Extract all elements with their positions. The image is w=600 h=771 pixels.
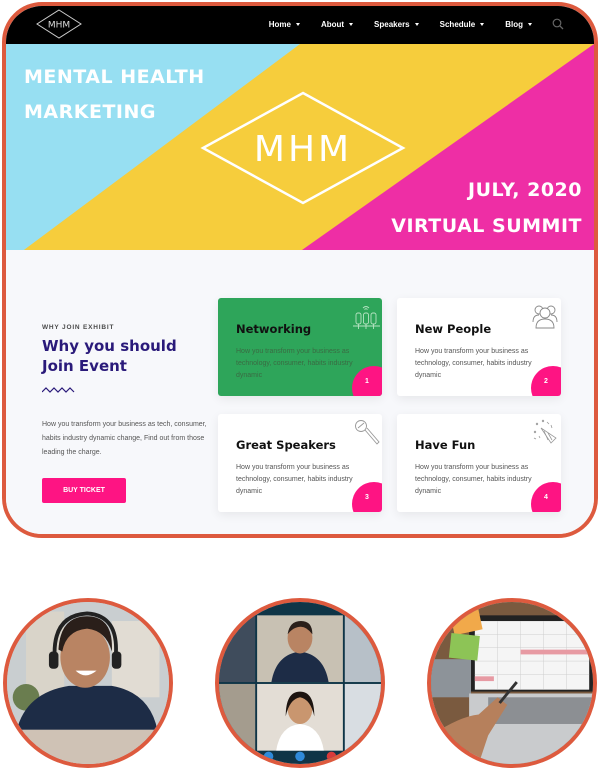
card-title: Have Fun (415, 438, 476, 452)
nav-item-home[interactable]: Home (269, 20, 300, 29)
nav-label: Schedule (439, 19, 476, 29)
search-icon[interactable] (552, 18, 564, 30)
hero-logo: MHM (200, 90, 406, 206)
caret-down-icon (349, 22, 354, 26)
hero-title-line: MARKETING (24, 101, 156, 123)
network-devices-icon (353, 306, 380, 329)
mhm-diamond-logo-icon: MHM (200, 91, 406, 205)
logo-text: MHM (48, 21, 70, 31)
nav-item-blog[interactable]: Blog (505, 20, 532, 29)
section-title-line: Join Event (42, 357, 127, 375)
site-logo[interactable]: MHM (36, 9, 82, 39)
nav-label: Home (268, 19, 291, 29)
hero-event-name: VIRTUAL SUMMIT (391, 215, 582, 237)
caret-down-icon (414, 22, 419, 26)
feature-card-have-fun[interactable]: Have Fun How you transform your business… (397, 414, 561, 512)
hero-title-line: MENTAL HEALTH (24, 66, 205, 88)
woman-headset-image (7, 602, 169, 764)
card-title: Networking (236, 322, 312, 336)
card-description: How you transform your business as techn… (415, 348, 532, 379)
hero-logo-text: MHM (254, 129, 352, 170)
section-title-line: Why you should (42, 337, 177, 355)
photo-calendar-laptop (427, 598, 597, 768)
feature-card-new-people[interactable]: New People How you transform your busine… (397, 298, 561, 396)
feature-card-great-speakers[interactable]: Great Speakers How you transform your bu… (218, 414, 382, 512)
nav-label: About (320, 19, 345, 29)
main-menu: Home About Speakers Schedule Blog (248, 6, 564, 42)
caret-down-icon (528, 22, 532, 26)
nav-label: Blog (505, 19, 523, 29)
photo-video-conference (215, 598, 385, 768)
party-popper-icon (533, 419, 557, 444)
feature-card-networking[interactable]: Networking How you transform your busine… (218, 298, 382, 396)
card-number: 1 (365, 378, 369, 385)
why-join-section: WHY JOIN EXHIBIT Why you should Join Eve… (6, 250, 594, 534)
calendar-laptop-image (431, 602, 593, 764)
section-title: Why you should Join Event (42, 336, 212, 376)
card-title: Great Speakers (236, 438, 336, 452)
section-description: How you transform your business as tech,… (42, 421, 207, 456)
card-description: How you transform your business as techn… (236, 348, 353, 379)
hero-date: JULY, 2020 (468, 179, 582, 201)
caret-down-icon (480, 22, 485, 26)
hero-banner: MENTAL HEALTH MARKETING MHM JULY, 2020 V… (6, 44, 594, 250)
video-conference-image (219, 602, 381, 764)
buy-ticket-button[interactable]: BUY TICKET (42, 478, 126, 503)
card-number: 4 (544, 494, 548, 501)
section-eyebrow: WHY JOIN EXHIBIT (42, 324, 115, 331)
nav-label: Speakers (374, 19, 410, 29)
caret-down-icon (295, 22, 300, 26)
logo-diamond-icon: MHM (36, 9, 82, 39)
hero-event-info: JULY, 2020 VIRTUAL SUMMIT (391, 172, 582, 244)
card-number: 2 (544, 378, 548, 385)
hero-title: MENTAL HEALTH MARKETING (24, 60, 205, 130)
wave-divider-icon (42, 387, 75, 393)
photo-woman-headset (3, 598, 173, 768)
card-number: 3 (365, 494, 369, 501)
card-description: How you transform your business as techn… (236, 464, 353, 495)
microphone-icon (355, 420, 380, 445)
card-description: How you transform your business as techn… (415, 464, 532, 495)
nav-item-about[interactable]: About (320, 19, 354, 29)
nav-item-schedule[interactable]: Schedule (440, 20, 485, 29)
top-navigation-bar: MHM Home About Speakers Schedule Blog (6, 6, 594, 44)
website-mockup-frame: MHM Home About Speakers Schedule Blog ME… (2, 2, 598, 538)
people-group-icon (532, 305, 558, 329)
nav-item-speakers[interactable]: Speakers (374, 20, 419, 29)
card-title: New People (415, 322, 492, 336)
